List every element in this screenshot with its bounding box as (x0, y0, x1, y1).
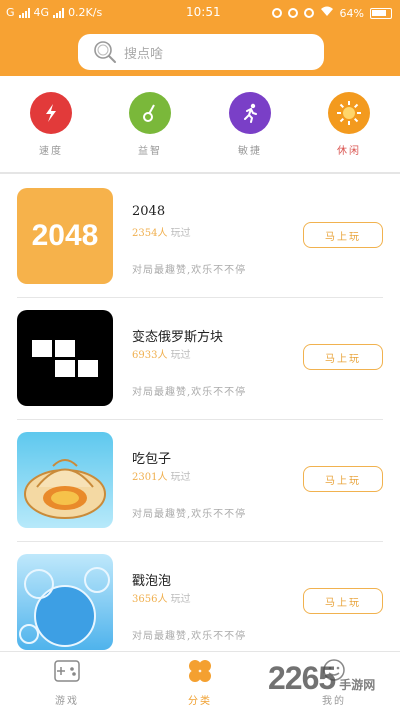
game-item-2048[interactable]: 2048 2048 2354人 玩过 对局最趣赞,欢乐不不停 马上玩 (0, 176, 400, 298)
category-agility[interactable]: 敏捷 (220, 88, 280, 157)
category-puzzle[interactable]: 益智 (120, 88, 180, 157)
thumbnail-text: 2048 (31, 219, 99, 252)
status-left: G 4G 0.2K/s (6, 6, 102, 19)
play-count-number: 3656人 (132, 594, 168, 605)
status-bar: G 4G 0.2K/s 10:51 64% (0, 0, 400, 28)
game-name: 变态俄罗斯方块 (132, 330, 224, 345)
network-label: 4G (33, 6, 50, 19)
game-description: 对局最趣赞,欢乐不不停 (132, 265, 247, 276)
status-time: 10:51 (186, 5, 221, 19)
play-now-button[interactable]: 马上玩 (303, 588, 383, 614)
search-placeholder: 搜点啥 (124, 46, 164, 62)
play-now-button[interactable]: 马上玩 (303, 344, 383, 370)
game-description: 对局最趣赞,欢乐不不停 (132, 631, 247, 642)
category-label: 休闲 (337, 146, 361, 157)
search-bar[interactable]: 搜点啥 (78, 34, 324, 70)
lightning-icon (30, 92, 72, 134)
game-name: 吃包子 (132, 452, 172, 467)
divider (0, 172, 400, 174)
tab-games[interactable]: 游戏 (37, 658, 97, 707)
battery-label: 64% (339, 6, 364, 20)
play-count: 3656人 玩过 (132, 590, 191, 605)
game-item-baozi[interactable]: 吃包子 2301人 玩过 对局最趣赞,欢乐不不停 马上玩 (0, 420, 400, 542)
play-count: 2354人 玩过 (132, 224, 191, 239)
battery-icon (370, 7, 392, 19)
category-bar: 速度 益智 敏捷 休闲 (0, 88, 400, 168)
category-label: 敏捷 (238, 146, 262, 157)
play-count-number: 6933人 (132, 350, 168, 361)
guitar-icon (129, 92, 171, 134)
game-name: 2048 (132, 204, 166, 219)
play-count: 2301人 玩过 (132, 468, 191, 483)
play-now-button[interactable]: 马上玩 (303, 222, 383, 248)
carrier-label: G (6, 6, 15, 19)
signal-icon (18, 7, 30, 18)
game-name: 戳泡泡 (132, 574, 172, 589)
watermark-logo: 2265 手游网 (268, 660, 375, 697)
play-count-suffix: 玩过 (170, 228, 191, 239)
tab-label: 游戏 (55, 696, 79, 707)
play-count-number: 2354人 (132, 228, 168, 239)
game-thumbnail[interactable] (17, 554, 113, 650)
category-label: 速度 (39, 146, 63, 157)
tab-label: 分类 (188, 696, 212, 707)
play-now-button[interactable]: 马上玩 (303, 466, 383, 492)
play-count: 6933人 玩过 (132, 346, 191, 361)
game-description: 对局最趣赞,欢乐不不停 (132, 387, 247, 398)
gamepad-icon (54, 660, 80, 682)
baozi-icon (24, 459, 106, 519)
runner-icon (229, 92, 271, 134)
top-header: G 4G 0.2K/s 10:51 64% 搜点啥 (0, 0, 400, 76)
game-thumbnail[interactable] (17, 310, 113, 406)
watermark-sub: 手游网 (339, 678, 376, 692)
bubbles-icon (19, 567, 110, 647)
tab-categories[interactable]: 分类 (170, 658, 230, 707)
tetris-blocks-icon (32, 340, 98, 377)
search-icon (94, 41, 116, 63)
sun-icon (328, 92, 370, 134)
game-item-tetris[interactable]: 变态俄罗斯方块 6933人 玩过 对局最趣赞,欢乐不不停 马上玩 (0, 298, 400, 420)
speed-label: 0.2K/s (68, 6, 103, 19)
category-label: 益智 (138, 146, 162, 157)
play-count-suffix: 玩过 (170, 594, 191, 605)
signal-icon-2 (53, 7, 65, 18)
play-count-suffix: 玩过 (170, 350, 191, 361)
vibrate-icon (287, 8, 298, 18)
game-thumbnail[interactable] (17, 432, 113, 528)
game-thumbnail[interactable]: 2048 (17, 188, 113, 284)
watermark-main: 2265 (268, 660, 336, 696)
wifi-icon (320, 6, 334, 20)
clover-icon (189, 660, 211, 682)
play-count-number: 2301人 (132, 472, 168, 483)
nfc-icon (303, 8, 314, 18)
game-list[interactable]: 2048 2048 2354人 玩过 对局最趣赞,欢乐不不停 马上玩 变态俄罗斯… (0, 176, 400, 650)
category-casual[interactable]: 休闲 (319, 88, 379, 157)
game-description: 对局最趣赞,欢乐不不停 (132, 509, 247, 520)
alarm-icon (271, 8, 282, 18)
game-item-bubbles[interactable]: 戳泡泡 3656人 玩过 对局最趣赞,欢乐不不停 马上玩 (0, 542, 400, 650)
category-speed[interactable]: 速度 (21, 88, 81, 157)
play-count-suffix: 玩过 (170, 472, 191, 483)
status-right: 64% (271, 6, 392, 20)
